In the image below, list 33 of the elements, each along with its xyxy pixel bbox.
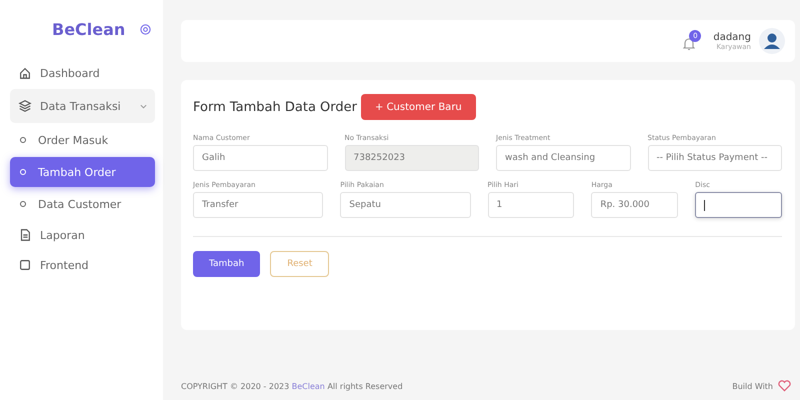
submit-button[interactable]: Tambah: [193, 251, 260, 277]
bell-icon[interactable]: [683, 37, 696, 51]
document-icon: [18, 228, 32, 242]
chevron-icon: [140, 104, 147, 108]
input-field[interactable]: Rp. 30.000: [591, 192, 678, 218]
avatar-icon[interactable]: [759, 28, 785, 54]
input-field[interactable]: Transfer: [193, 192, 324, 218]
copyright-text: COPYRIGHT © 2020 - 2023 BeClean All rights Reserved: [181, 382, 403, 390]
input-field[interactable]: Galih: [193, 145, 328, 171]
sidebar-item[interactable]: Order Masuk: [10, 125, 155, 155]
select-field[interactable]: -- Pilih Status Payment --: [648, 145, 782, 171]
add-customer-button[interactable]: + Customer Baru: [361, 94, 476, 120]
sidebar-item[interactable]: Tambah Order: [10, 157, 155, 187]
layers-icon: [18, 99, 32, 113]
form-title: Form Tambah Data Order: [193, 100, 358, 114]
sidebar-item[interactable]: Data Customer: [10, 189, 155, 219]
sidebar-item[interactable]: Data Transaksi: [10, 89, 155, 123]
input-field[interactable]: 738252023: [344, 145, 479, 171]
build-with-text: Build With: [732, 382, 773, 390]
sidebar-item[interactable]: Frontend: [10, 251, 155, 279]
brand-link[interactable]: BeClean: [292, 382, 325, 390]
input-field[interactable]: 1: [488, 192, 574, 218]
toggle-icon[interactable]: [140, 24, 151, 35]
input-field[interactable]: [695, 192, 782, 218]
sidebar-item[interactable]: Dashboard: [10, 59, 155, 87]
square-icon: [18, 258, 32, 272]
brand-logo[interactable]: BeClean: [52, 20, 126, 39]
heart-icon: [778, 380, 791, 392]
input-field[interactable]: Sepatu: [340, 192, 470, 218]
user-name: dadang: [713, 32, 751, 42]
sidebar-item[interactable]: Laporan: [10, 221, 155, 249]
input-field[interactable]: wash and Cleansing: [496, 145, 630, 171]
home-icon: [18, 66, 32, 80]
